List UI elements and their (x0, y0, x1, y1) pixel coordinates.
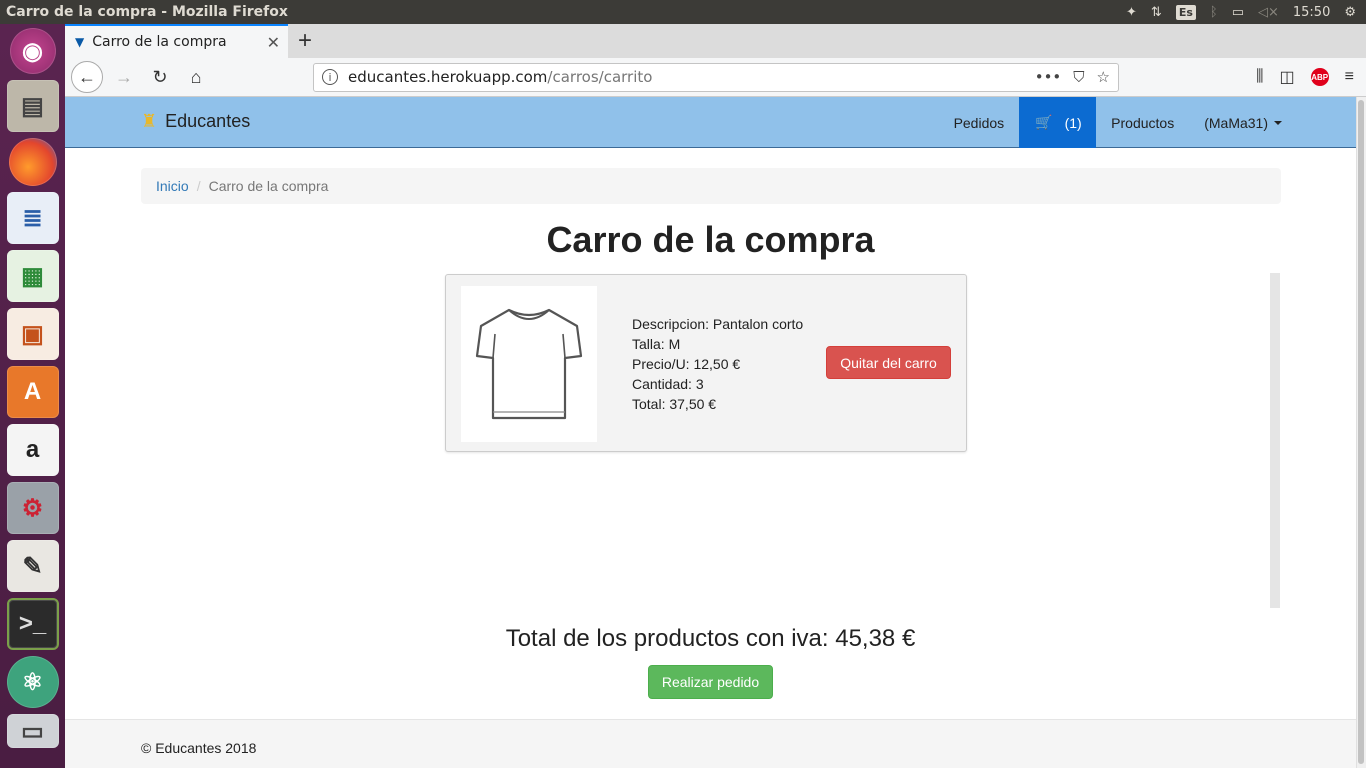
product-description: Descripcion: Pantalon corto (632, 316, 804, 332)
tab-title: Carro de la compra (92, 34, 227, 50)
system-settings-icon[interactable]: ⚙ (6, 482, 59, 534)
keyboard-layout-indicator[interactable]: Es (1175, 4, 1196, 20)
reload-button[interactable]: ↻ (145, 62, 175, 92)
adblock-plus-icon[interactable]: ABP (1310, 68, 1329, 86)
sidebar-icon[interactable]: ◫ (1280, 67, 1295, 87)
url-bar[interactable]: i educantes.herokuapp.com/carros/carrito… (313, 62, 1119, 92)
breadcrumb: Inicio / Carro de la compra (141, 168, 1281, 204)
remove-from-cart-button[interactable]: Quitar del carro (826, 346, 951, 379)
site-brand[interactable]: ♜ Educantes (141, 111, 250, 132)
cart-item-card: Descripcion: Pantalon corto Talla: M Pre… (445, 274, 967, 452)
ubuntu-dash-icon[interactable]: ◉ (9, 28, 56, 74)
breadcrumb-home-link[interactable]: Inicio (156, 178, 189, 194)
user-dropdown[interactable]: (MaMa31) (1189, 97, 1356, 148)
new-tab-button[interactable]: + (288, 24, 322, 58)
url-host: educantes.herokuapp.com (348, 68, 548, 86)
forward-button[interactable]: → (109, 62, 139, 92)
footer-copyright: © Educantes 2018 (141, 740, 257, 756)
hamburger-menu-icon[interactable]: ≡ (1345, 68, 1354, 86)
site-footer: © Educantes 2018 (65, 719, 1356, 768)
url-text[interactable]: educantes.herokuapp.com/carros/carrito (348, 68, 1025, 86)
product-quantity: Cantidad: 3 (632, 376, 704, 392)
pocket-icon[interactable]: ⛉ (1073, 68, 1084, 86)
system-tray: ✦ ⇅ Es ᛒ ▭ ◁× 15:50 ⚙ (1126, 4, 1366, 20)
product-total: Total: 37,50 € (632, 396, 717, 412)
page-title: Carro de la compra (546, 219, 875, 260)
back-button[interactable]: ← (71, 61, 103, 93)
firefox-icon[interactable] (8, 138, 57, 186)
scanner-icon[interactable]: ▭ (6, 714, 59, 748)
user-name: (MaMa31) (1204, 114, 1268, 131)
site-menu: Pedidos 🛒 (1) Productos (MaMa31) (939, 97, 1356, 148)
bluetooth-icon[interactable]: ᛒ (1210, 5, 1218, 20)
site-favicon-icon: ▼ (75, 35, 85, 49)
tshirt-icon (475, 308, 583, 420)
page-viewport: ♜ Educantes Pedidos 🛒 (1) Productos (MaM… (65, 97, 1356, 768)
software-center-icon[interactable]: A (6, 366, 59, 418)
home-button[interactable]: ⌂ (181, 62, 211, 92)
nav-cart-link[interactable]: 🛒 (1) (1019, 97, 1097, 148)
library-icon[interactable]: ⫼ (1256, 68, 1263, 86)
amazon-icon[interactable]: a (6, 424, 59, 476)
atom-editor-icon[interactable]: ⚛ (6, 656, 59, 708)
shopping-cart-icon: 🛒 (1035, 114, 1053, 130)
clock[interactable]: 15:50 (1293, 5, 1330, 20)
text-editor-icon[interactable]: ✎ (6, 540, 59, 592)
brand-name: Educantes (165, 111, 251, 131)
site-navbar: ♜ Educantes Pedidos 🛒 (1) Productos (MaM… (65, 97, 1356, 148)
url-path: /carros/carrito (547, 68, 653, 86)
system-top-panel: Carro de la compra - Mozilla Firefox ✦ ⇅… (0, 0, 1366, 24)
files-icon[interactable]: ▤ (6, 80, 59, 132)
page-scrollbar-thumb[interactable] (1358, 100, 1364, 764)
product-size: Talla: M (632, 336, 681, 352)
gear-icon[interactable]: ⚙ (1344, 5, 1356, 20)
volume-muted-icon[interactable]: ◁× (1258, 5, 1279, 20)
window-title: Carro de la compra - Mozilla Firefox (6, 4, 288, 20)
product-details: Descripcion: Pantalon corto Talla: M Pre… (632, 314, 803, 414)
nav-products-link[interactable]: Productos (1096, 97, 1189, 148)
breadcrumb-separator: / (196, 178, 201, 194)
cart-scroll-panel[interactable] (1270, 273, 1280, 608)
chevron-down-icon (1274, 120, 1282, 125)
site-info-icon[interactable]: i (322, 69, 338, 85)
unity-launcher: ◉ ▤ ≣ ▦ ▣ A a ⚙ ✎ >_ ⚛ ▭ (0, 24, 65, 768)
browser-toolbar: ← → ↻ ⌂ i educantes.herokuapp.com/carros… (65, 58, 1366, 97)
bookmark-star-icon[interactable]: ☆ (1097, 68, 1110, 86)
browser-tab-active[interactable]: ▼ Carro de la compra ✕ (65, 24, 288, 58)
breadcrumb-current: Carro de la compra (208, 178, 329, 194)
cart-count: (1) (1064, 114, 1082, 131)
product-image (461, 286, 597, 442)
page-actions-icon[interactable]: ••• (1035, 68, 1062, 86)
terminal-icon[interactable]: >_ (6, 598, 59, 650)
battery-icon[interactable]: ▭ (1232, 5, 1244, 20)
libreoffice-impress-icon[interactable]: ▣ (6, 308, 59, 360)
browser-tab-bar: ▼ Carro de la compra ✕ + (65, 24, 1366, 58)
close-tab-icon[interactable]: ✕ (267, 33, 280, 52)
dropbox-icon[interactable]: ✦ (1126, 5, 1137, 20)
product-unit-price: Precio/U: 12,50 € (632, 356, 741, 372)
book-logo-icon: ♜ (141, 111, 158, 131)
cart-total-text: Total de los productos con iva: 45,38 € (505, 625, 916, 652)
libreoffice-writer-icon[interactable]: ≣ (6, 192, 59, 244)
libreoffice-calc-icon[interactable]: ▦ (6, 250, 59, 302)
network-icon[interactable]: ⇅ (1151, 5, 1162, 20)
place-order-button[interactable]: Realizar pedido (648, 665, 773, 699)
nav-orders-link[interactable]: Pedidos (939, 97, 1020, 148)
